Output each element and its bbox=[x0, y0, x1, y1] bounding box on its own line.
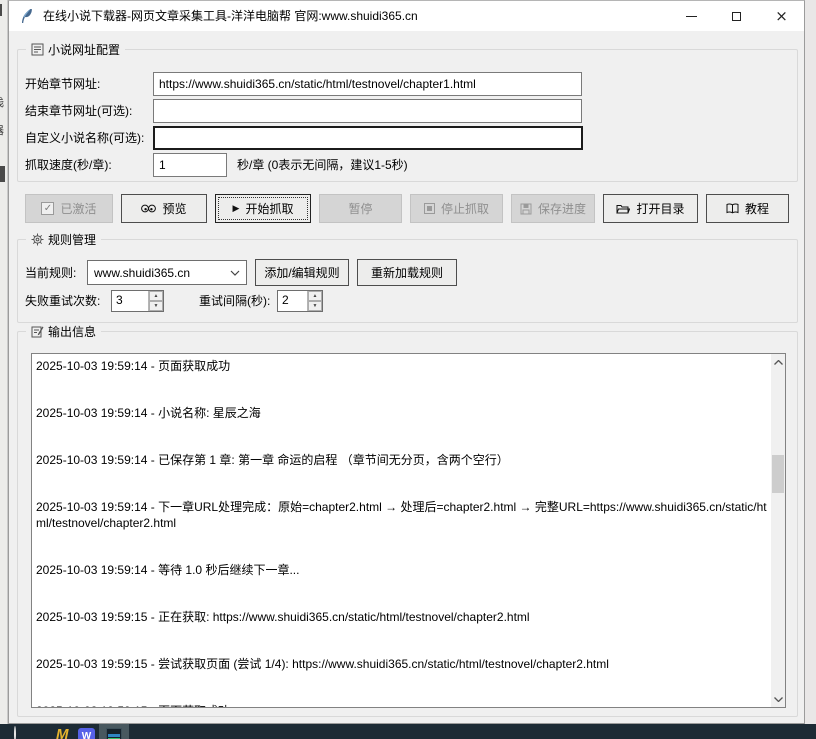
retry-count-value: 3 bbox=[112, 291, 148, 311]
speed-hint: 秒/章 (0表示无间隔，建议1-5秒) bbox=[237, 153, 408, 177]
maximize-icon bbox=[732, 12, 741, 21]
retry-interval-label: 重试间隔(秒): bbox=[199, 289, 270, 313]
play-icon: ▶ bbox=[233, 204, 240, 214]
background-glyph-fragment: 浅 bbox=[0, 94, 4, 110]
taskbar-m-icon[interactable]: M bbox=[56, 728, 69, 739]
background-fragment bbox=[0, 166, 5, 182]
book-icon bbox=[726, 203, 739, 214]
start-url-input[interactable]: https://www.shuidi365.cn/static/html/tes… bbox=[153, 72, 582, 96]
taskbar-word-icon[interactable]: W bbox=[78, 728, 95, 739]
window-title: 在线小说下载器-网页文章采集工具-洋洋电脑帮 官网:www.shuidi365.… bbox=[43, 1, 418, 31]
reload-rules-button[interactable]: 重新加载规则 bbox=[357, 259, 457, 286]
retry-interval-spinner[interactable]: 2 ▲ ▼ bbox=[277, 290, 323, 312]
app-window: 在线小说下载器-网页文章采集工具-洋洋电脑帮 官网:www.shuidi365.… bbox=[8, 0, 805, 724]
preview-button[interactable]: 预览 bbox=[121, 194, 207, 223]
scroll-up-icon[interactable] bbox=[771, 354, 785, 370]
retry-interval-value: 2 bbox=[278, 291, 307, 311]
folder-icon bbox=[616, 203, 630, 214]
gear-icon bbox=[31, 233, 44, 246]
checkbox-checked-icon: ✓ bbox=[41, 202, 54, 215]
retry-count-spinner[interactable]: 3 ▲ ▼ bbox=[111, 290, 164, 312]
chevron-down-icon bbox=[224, 270, 246, 276]
end-url-label: 结束章节网址(可选): bbox=[25, 99, 132, 123]
current-rule-combobox[interactable]: www.shuidi365.cn bbox=[87, 260, 247, 285]
start-crawl-button[interactable]: ▶ 开始抓取 bbox=[215, 194, 311, 223]
form-icon bbox=[31, 43, 44, 56]
end-url-input[interactable] bbox=[153, 99, 582, 123]
open-directory-button[interactable]: 打开目录 bbox=[603, 194, 698, 223]
maximize-button[interactable] bbox=[714, 1, 759, 31]
floppy-icon bbox=[520, 203, 532, 215]
custom-name-input[interactable] bbox=[153, 126, 583, 150]
log-scrollbar[interactable] bbox=[771, 354, 785, 707]
speed-label: 抓取速度(秒/章): bbox=[25, 153, 112, 177]
current-rule-value: www.shuidi365.cn bbox=[88, 266, 224, 280]
python-feather-icon bbox=[19, 8, 35, 24]
spinner-down-icon[interactable]: ▼ bbox=[308, 301, 322, 311]
background-window-sliver: 浅 器 bbox=[0, 0, 8, 724]
close-icon: × bbox=[775, 9, 788, 24]
tutorial-button[interactable]: 教程 bbox=[706, 194, 789, 223]
spinner-up-icon[interactable]: ▲ bbox=[149, 291, 163, 301]
scrollbar-thumb[interactable] bbox=[772, 455, 784, 493]
add-edit-rule-button[interactable]: 添加/编辑规则 bbox=[255, 259, 349, 286]
activated-button: ✓ 已激活 bbox=[25, 194, 113, 223]
stop-crawl-button: 停止抓取 bbox=[410, 194, 503, 223]
memo-pencil-icon bbox=[31, 325, 44, 338]
taskbar-avatar-icon[interactable] bbox=[14, 727, 16, 739]
current-rule-label: 当前规则: bbox=[25, 261, 76, 285]
log-area[interactable]: 2025-10-03 19:59:14 - 页面获取成功 2025-10-03 … bbox=[31, 353, 786, 708]
start-url-label: 开始章节网址: bbox=[25, 72, 100, 96]
custom-name-label: 自定义小说名称(可选): bbox=[25, 126, 144, 150]
save-progress-button: 保存进度 bbox=[511, 194, 595, 223]
titlebar[interactable]: 在线小说下载器-网页文章采集工具-洋洋电脑帮 官网:www.shuidi365.… bbox=[9, 1, 804, 31]
taskbar-app-icon[interactable] bbox=[106, 728, 122, 739]
scroll-down-icon[interactable] bbox=[771, 691, 785, 707]
background-fragment bbox=[0, 4, 2, 16]
spinner-up-icon[interactable]: ▲ bbox=[308, 291, 322, 301]
speed-input[interactable]: 1 bbox=[153, 153, 227, 177]
close-button[interactable]: × bbox=[759, 1, 804, 31]
stop-icon bbox=[424, 203, 435, 214]
minimize-icon bbox=[686, 16, 697, 17]
pause-button: 暂停 bbox=[319, 194, 402, 223]
group-title: 小说网址配置 bbox=[48, 41, 120, 58]
group-title: 规则管理 bbox=[48, 231, 96, 248]
spinner-down-icon[interactable]: ▼ bbox=[149, 301, 163, 311]
log-text: 2025-10-03 19:59:14 - 页面获取成功 2025-10-03 … bbox=[32, 354, 771, 707]
retry-count-label: 失败重试次数: bbox=[25, 289, 100, 313]
group-title: 输出信息 bbox=[48, 323, 96, 340]
background-glyph-fragment: 器 bbox=[0, 122, 4, 138]
group-output-info: 输出信息 2025-10-03 19:59:14 - 页面获取成功 2025-1… bbox=[17, 331, 798, 717]
eyes-icon bbox=[141, 204, 156, 213]
minimize-button[interactable] bbox=[669, 1, 714, 31]
taskbar[interactable]: M W bbox=[0, 724, 816, 739]
